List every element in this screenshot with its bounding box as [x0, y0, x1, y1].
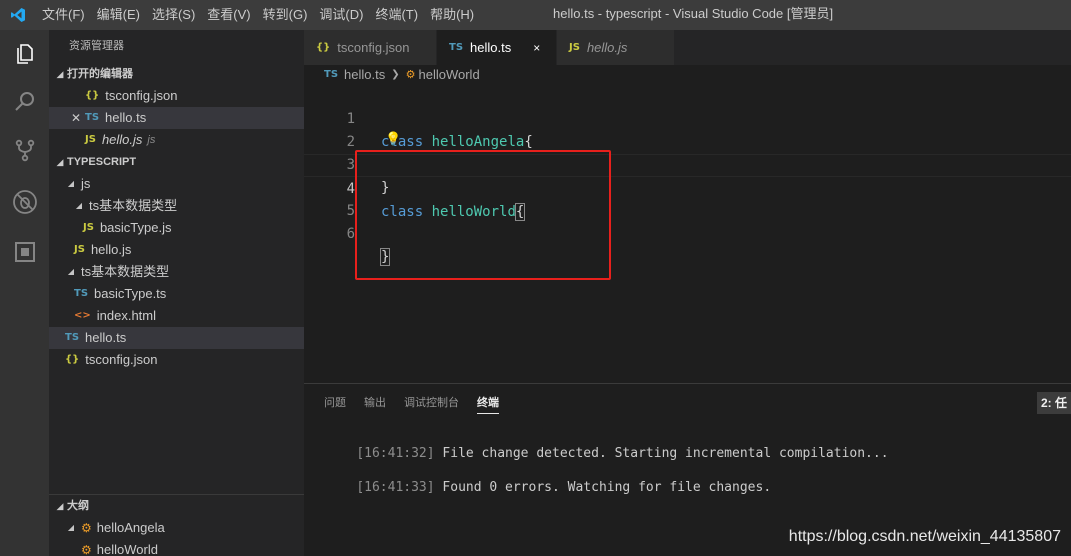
window-title: hello.ts - typescript - Visual Studio Co…	[553, 6, 834, 21]
ts-file-icon: TS	[449, 42, 464, 53]
menu-go[interactable]: 转到(G)	[257, 0, 314, 30]
code-line: 1 class helloAngela{	[346, 111, 533, 150]
menu-debug[interactable]: 调试(D)	[313, 0, 369, 30]
folder-item[interactable]: ◢ ts基本数据类型	[49, 261, 304, 283]
breadcrumb-symbol[interactable]: helloWorld	[419, 65, 480, 85]
chevron-down-icon: ◢	[67, 523, 75, 532]
chevron-down-icon: ◢	[67, 267, 75, 276]
menu-file[interactable]: 文件(F)	[36, 0, 91, 30]
lightbulb-icon[interactable]: 💡	[385, 131, 401, 147]
menu-edit[interactable]: 编辑(E)	[91, 0, 146, 30]
js-file-icon: JS	[569, 42, 580, 53]
folder-item[interactable]: ◢ js	[49, 173, 304, 195]
tab-problems[interactable]: 问题	[324, 392, 346, 414]
file-item[interactable]: JS hello.js	[49, 239, 304, 261]
json-file-icon: {}	[65, 354, 80, 365]
js-file-icon: JS	[83, 222, 94, 233]
ts-file-icon: TS	[324, 69, 339, 80]
ts-file-icon: TS	[74, 288, 89, 299]
js-file-icon: JS	[74, 244, 85, 255]
file-item[interactable]: TS basicType.ts	[49, 283, 304, 305]
open-editor-item[interactable]: {} tsconfig.json	[49, 85, 304, 107]
tab-terminal[interactable]: 终端	[477, 392, 499, 414]
editor-tabs: {} tsconfig.json TS hello.ts × JS hello.…	[304, 30, 1071, 65]
json-file-icon: {}	[316, 42, 331, 53]
html-file-icon: <>	[74, 310, 91, 321]
title-bar: 文件(F) 编辑(E) 选择(S) 查看(V) 转到(G) 调试(D) 终端(T…	[0, 0, 1071, 30]
chevron-down-icon: ◢	[56, 69, 64, 79]
terminal-select[interactable]: 2: 任	[1036, 392, 1071, 414]
class-symbol-icon: ⚙	[405, 69, 416, 81]
file-item[interactable]: JS basicType.js	[49, 217, 304, 239]
workspace-header[interactable]: ◢ TYPESCRIPT	[49, 151, 304, 173]
terminal-line: [16:41:33] Found 0 errors. Watching for …	[356, 480, 772, 495]
ts-file-icon: TS	[65, 332, 80, 343]
outline-item[interactable]: ◢ ⚙ helloAngela	[49, 517, 304, 539]
folder-item[interactable]: ◢ ts基本数据类型	[49, 195, 304, 217]
breadcrumb: TS hello.ts ❯ ⚙ helloWorld	[304, 65, 1071, 85]
menu-bar: 文件(F) 编辑(E) 选择(S) 查看(V) 转到(G) 调试(D) 终端(T…	[36, 0, 480, 30]
watermark: https://blog.csdn.net/weixin_44135807	[788, 528, 1061, 545]
js-file-icon: JS	[85, 134, 96, 145]
menu-selection[interactable]: 选择(S)	[146, 0, 201, 30]
tab-hello-js[interactable]: JS hello.js	[557, 30, 675, 65]
debug-icon[interactable]	[0, 178, 49, 226]
explorer-title: 资源管理器	[69, 40, 124, 52]
activity-bar	[0, 30, 49, 556]
file-item[interactable]: {} tsconfig.json	[49, 349, 304, 371]
class-symbol-icon: ⚙	[81, 521, 92, 535]
chevron-right-icon: ❯	[391, 69, 400, 80]
open-editor-item[interactable]: JS hello.js js	[49, 129, 304, 151]
json-file-icon: {}	[85, 90, 100, 101]
tab-debug-console[interactable]: 调试控制台	[404, 392, 459, 414]
outline-item[interactable]: ⚙ helloWorld	[49, 539, 304, 556]
class-symbol-icon: ⚙	[81, 543, 92, 556]
chevron-down-icon: ◢	[56, 500, 64, 511]
extensions-icon[interactable]	[0, 228, 49, 276]
tab-tsconfig[interactable]: {} tsconfig.json	[304, 30, 437, 65]
code-line: 2	[346, 134, 355, 150]
menu-terminal[interactable]: 终端(T)	[369, 0, 424, 30]
tab-hello-ts[interactable]: TS hello.ts ×	[437, 30, 557, 65]
close-icon[interactable]: ✕	[67, 107, 85, 129]
open-editors-header[interactable]: ◢ 打开的编辑器	[49, 63, 304, 85]
open-editor-item[interactable]: ✕ TS hello.ts	[49, 107, 304, 129]
breadcrumb-file[interactable]: hello.ts	[344, 65, 385, 85]
menu-help[interactable]: 帮助(H)	[424, 0, 480, 30]
chevron-down-icon: ◢	[67, 179, 75, 188]
ts-file-icon: TS	[85, 112, 100, 123]
panel-tabs: 问题 输出 调试控制台 终端	[324, 392, 517, 414]
close-icon[interactable]: ×	[533, 41, 540, 55]
explorer-icon[interactable]	[0, 30, 49, 78]
menu-view[interactable]: 查看(V)	[201, 0, 256, 30]
annotation-box	[355, 150, 611, 280]
source-control-icon[interactable]	[0, 126, 49, 174]
search-icon[interactable]	[0, 78, 49, 126]
vscode-logo-icon	[0, 0, 36, 30]
explorer-sidebar: 资源管理器 ◢ 打开的编辑器 {} tsconfig.json ✕ TS hel…	[49, 30, 304, 556]
tab-output[interactable]: 输出	[364, 392, 386, 414]
chevron-down-icon: ◢	[56, 157, 64, 167]
outline-header[interactable]: ◢ 大纲	[49, 494, 304, 516]
chevron-down-icon: ◢	[75, 201, 83, 210]
file-item[interactable]: TS hello.ts	[49, 327, 304, 349]
file-item[interactable]: <> index.html	[49, 305, 304, 327]
